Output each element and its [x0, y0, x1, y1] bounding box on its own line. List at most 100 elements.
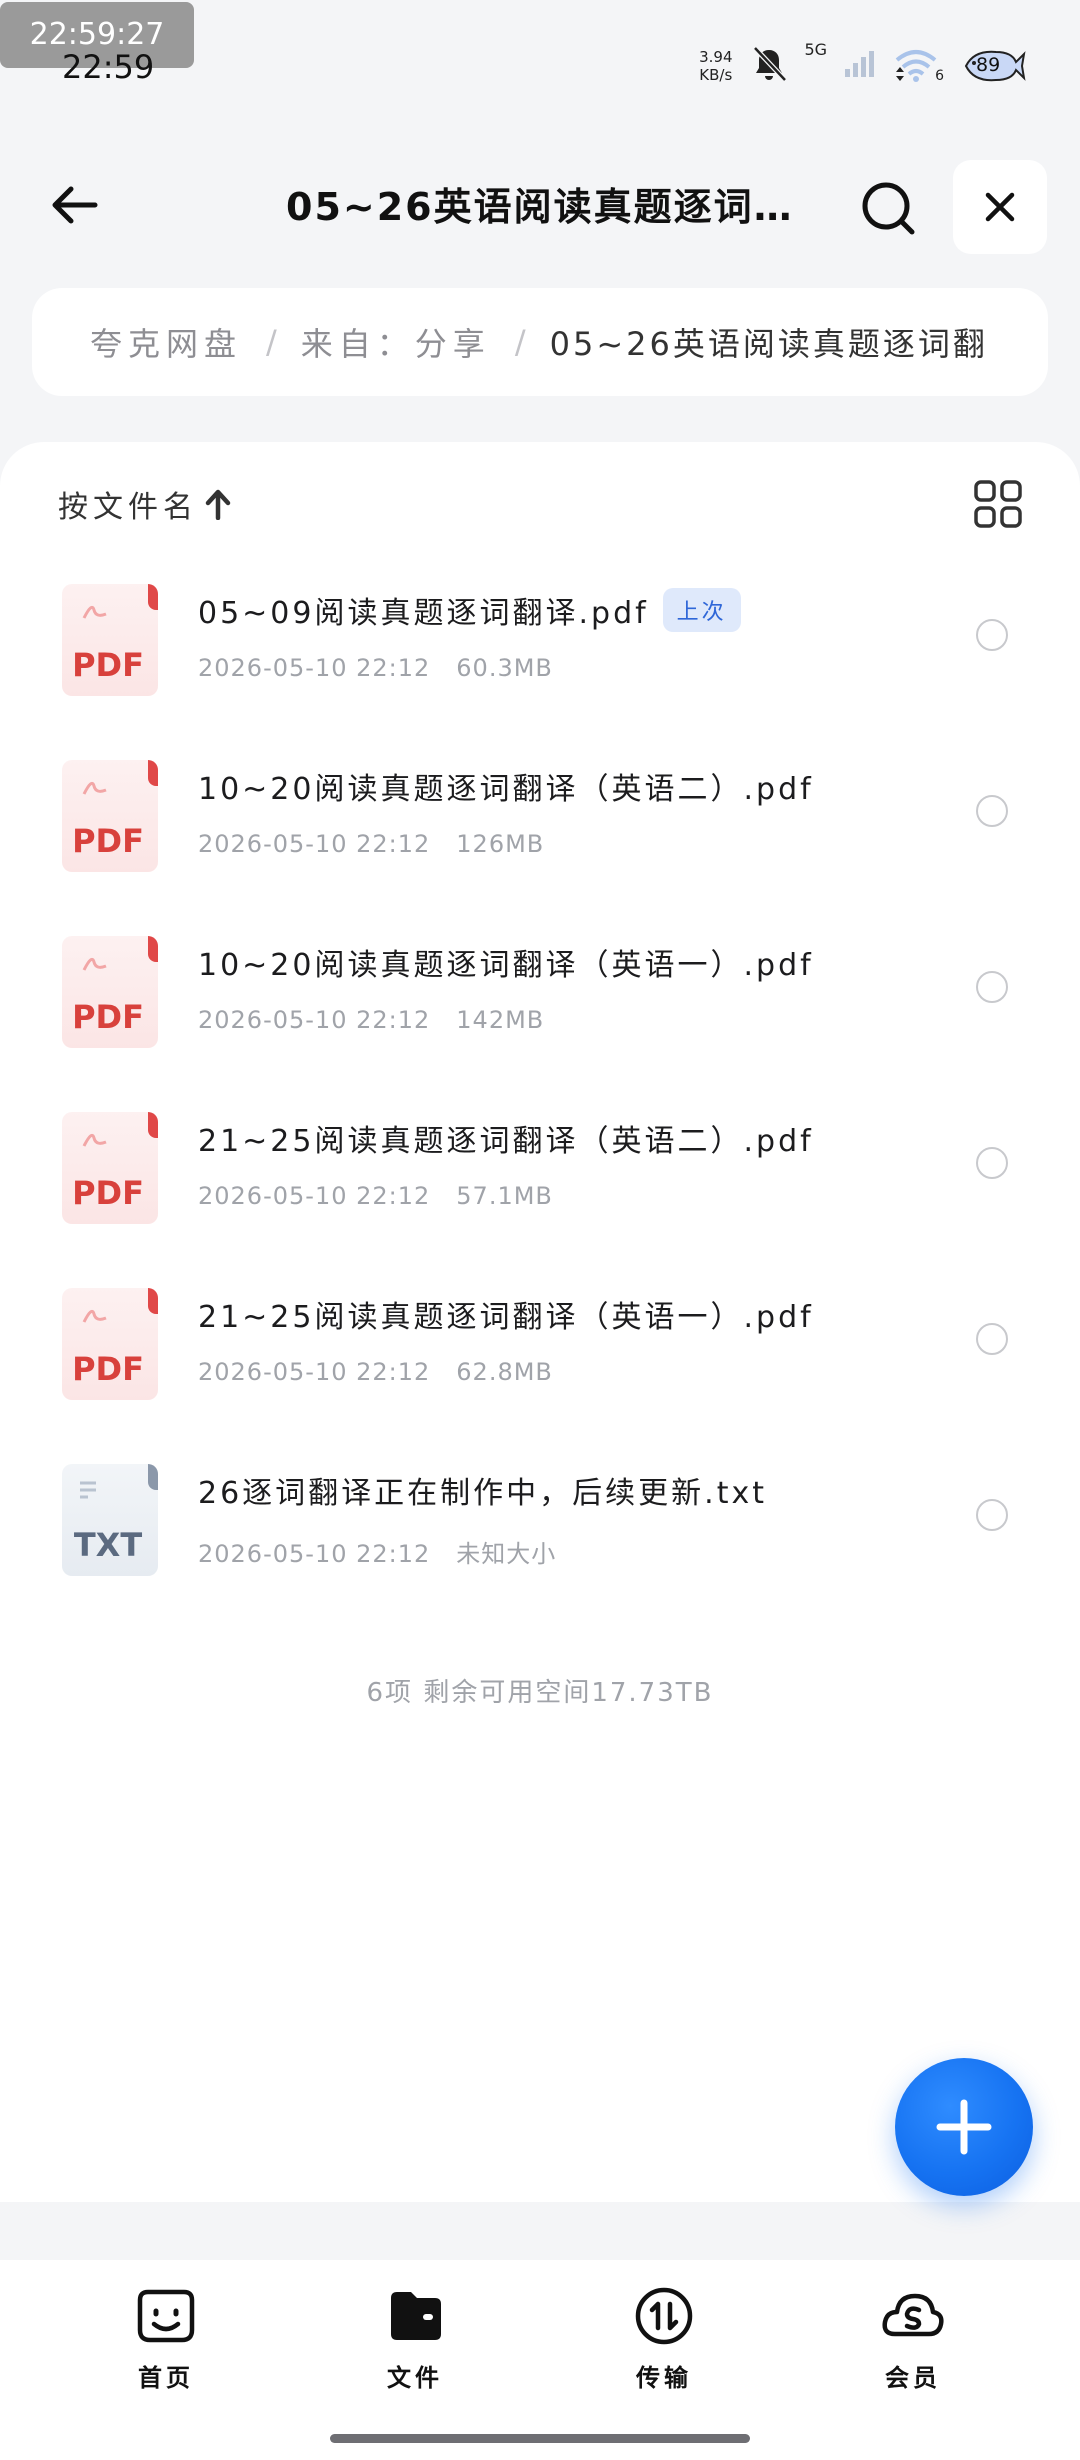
transfer-icon [635, 2287, 693, 2345]
sort-label: 按文件名 [58, 490, 198, 525]
network-speed-value: 3.94 [699, 48, 733, 66]
grid-icon [974, 480, 1022, 528]
file-name-text: 21~25阅读真题逐词翻译（英语二）.pdf [198, 1124, 814, 1159]
pdf-file-icon: PDF [62, 760, 158, 872]
file-row[interactable]: PDF 05~09阅读真题逐词翻译.pdf 上次 2026-05-10 22:1… [0, 574, 1080, 750]
nav-home-label: 首页 [138, 2364, 194, 2392]
wifi-level: 6 [935, 68, 944, 84]
last-opened-badge: 上次 [662, 588, 741, 632]
nav-transfer[interactable]: 传输 [604, 2282, 724, 2393]
header-bar: 05~26英语阅读真题逐词翻译 [0, 150, 1080, 260]
file-date: 2026-05-10 22:12 [198, 830, 431, 858]
close-button[interactable] [953, 160, 1047, 254]
file-row[interactable]: PDF 21~25阅读真题逐词翻译（英语一）.pdf 2026-05-10 22… [0, 1278, 1080, 1454]
smile-face-icon [137, 2289, 195, 2343]
cloud-vip-icon [882, 2293, 944, 2337]
select-radio[interactable] [976, 795, 1008, 827]
file-meta: 2026-05-10 22:12 57.1MB [198, 1182, 553, 1210]
nav-vip-label: 会员 [885, 2364, 941, 2392]
file-name: 05~09阅读真题逐词翻译.pdf 上次 [198, 588, 741, 632]
page-title: 05~26英语阅读真题逐词翻译 [286, 185, 806, 229]
grid-view-button[interactable] [972, 478, 1024, 530]
file-meta: 2026-05-10 22:12 142MB [198, 1006, 544, 1034]
file-size: 60.3MB [456, 654, 553, 682]
search-button[interactable] [852, 172, 924, 244]
file-type-label: PDF [72, 1174, 144, 1212]
breadcrumb-separator: / [514, 323, 526, 361]
txt-file-icon: TXT [62, 1464, 158, 1576]
breadcrumb-share[interactable]: 来自：分享 [301, 319, 491, 365]
battery-icon: 89 [960, 46, 1026, 86]
breadcrumb: 夸克网盘 / 来自：分享 / 05~26英语阅读真题逐词翻 [32, 288, 1048, 396]
file-name-text: 10~20阅读真题逐词翻译（英语二）.pdf [198, 772, 814, 807]
sort-button[interactable]: 按文件名 [58, 482, 232, 526]
status-time: 22:59 [62, 48, 155, 86]
file-size: 142MB [456, 1006, 545, 1034]
back-button[interactable] [40, 170, 110, 240]
arrow-left-icon [52, 186, 98, 224]
pdf-file-icon: PDF [62, 936, 158, 1048]
file-meta: 2026-05-10 22:12 126MB [198, 830, 544, 858]
file-type-label: PDF [72, 822, 144, 860]
file-date: 2026-05-10 22:12 [198, 654, 431, 682]
bell-muted-icon [749, 44, 789, 88]
search-icon [862, 182, 915, 235]
nav-files[interactable]: 文件 [355, 2282, 475, 2393]
select-radio[interactable] [976, 619, 1008, 651]
arrow-up-icon [204, 488, 232, 520]
file-date: 2026-05-10 22:12 [198, 1182, 431, 1210]
select-radio[interactable] [976, 1147, 1008, 1179]
file-list: PDF 05~09阅读真题逐词翻译.pdf 上次 2026-05-10 22:1… [0, 574, 1080, 1630]
file-name-text: 10~20阅读真题逐词翻译（英语一）.pdf [198, 948, 814, 983]
file-name: 26逐词翻译正在制作中，后续更新.txt [198, 1468, 767, 1512]
file-name: 21~25阅读真题逐词翻译（英语一）.pdf [198, 1292, 814, 1336]
nav-home[interactable]: 首页 [106, 2282, 226, 2393]
nav-vip[interactable]: 会员 [853, 2282, 973, 2393]
file-type-label: PDF [72, 998, 144, 1036]
file-meta: 2026-05-10 22:12 62.8MB [198, 1358, 553, 1386]
add-button[interactable] [895, 2058, 1033, 2196]
file-name: 21~25阅读真题逐词翻译（英语二）.pdf [198, 1116, 814, 1160]
close-icon [985, 192, 1015, 222]
network-speed: 3.94 KB/s [699, 48, 732, 84]
folder-icon [391, 2292, 441, 2340]
nav-transfer-label: 传输 [636, 2364, 692, 2392]
file-date: 2026-05-10 22:12 [198, 1358, 431, 1386]
file-date: 2026-05-10 22:12 [198, 1006, 431, 1034]
wifi-icon: 6 [893, 48, 944, 84]
file-type-label: PDF [72, 1350, 144, 1388]
breadcrumb-current: 05~26英语阅读真题逐词翻 [549, 325, 988, 363]
select-radio[interactable] [976, 1323, 1008, 1355]
file-type-label: TXT [73, 1526, 143, 1564]
file-date: 2026-05-10 22:12 [198, 1540, 431, 1568]
file-row[interactable]: PDF 10~20阅读真题逐词翻译（英语二）.pdf 2026-05-10 22… [0, 750, 1080, 926]
file-row[interactable]: PDF 10~20阅读真题逐词翻译（英语一）.pdf 2026-05-10 22… [0, 926, 1080, 1102]
bottom-nav: 首页 文件 传输 会员 [0, 2260, 1080, 2400]
network-speed-unit: KB/s [699, 66, 733, 84]
file-size: 未知大小 [456, 1540, 557, 1568]
select-radio[interactable] [976, 1499, 1008, 1531]
pdf-file-icon: PDF [62, 584, 158, 696]
file-panel: 按文件名 PDF 05~09阅读真题逐词翻译.pdf 上次 2026-05-10… [0, 442, 1080, 2202]
file-size: 126MB [456, 830, 545, 858]
file-name-text: 21~25阅读真题逐词翻译（英语一）.pdf [198, 1300, 814, 1335]
plus-icon [936, 2099, 992, 2155]
home-indicator[interactable] [330, 2434, 750, 2443]
file-size: 57.1MB [456, 1182, 553, 1210]
file-meta: 2026-05-10 22:12 未知大小 [198, 1534, 556, 1569]
pdf-file-icon: PDF [62, 1288, 158, 1400]
file-row[interactable]: PDF 21~25阅读真题逐词翻译（英语二）.pdf 2026-05-10 22… [0, 1102, 1080, 1278]
file-name: 10~20阅读真题逐词翻译（英语二）.pdf [198, 764, 814, 808]
file-size: 62.8MB [456, 1358, 553, 1386]
file-row[interactable]: TXT 26逐词翻译正在制作中，后续更新.txt 2026-05-10 22:1… [0, 1454, 1080, 1630]
select-radio[interactable] [976, 971, 1008, 1003]
file-name: 10~20阅读真题逐词翻译（英语一）.pdf [198, 940, 814, 984]
status-icons: 3.94 KB/s 5G 6 89 [699, 36, 1026, 96]
pdf-file-icon: PDF [62, 1112, 158, 1224]
network-type: 5G [804, 40, 828, 59]
nav-footer [0, 2400, 1080, 2460]
file-name-text: 05~09阅读真题逐词翻译.pdf [198, 596, 649, 631]
signal-icon [843, 49, 877, 83]
breadcrumb-root[interactable]: 夸克网盘 [90, 319, 242, 365]
file-meta: 2026-05-10 22:12 60.3MB [198, 654, 553, 682]
